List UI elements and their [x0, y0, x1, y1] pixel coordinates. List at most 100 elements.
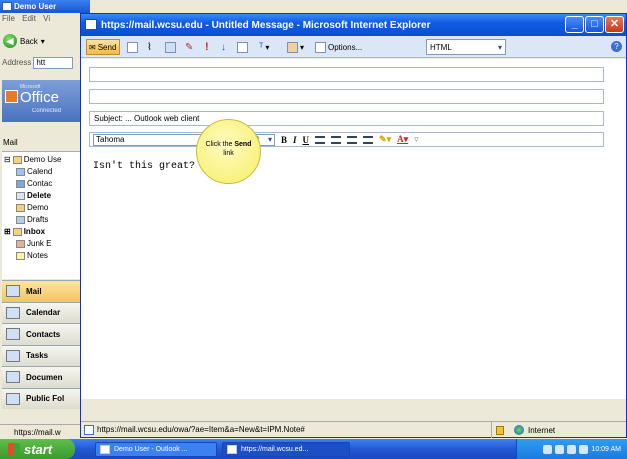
- address-book-icon: [165, 41, 176, 53]
- send-button[interactable]: ✉ Send: [86, 39, 120, 55]
- attach-button[interactable]: ⌇: [147, 39, 152, 55]
- low-importance-button[interactable]: ↓: [221, 39, 226, 55]
- increase-indent-icon[interactable]: [363, 135, 374, 144]
- public-folders-icon: [6, 392, 20, 405]
- calendar-icon: [16, 167, 25, 176]
- help-icon[interactable]: ?: [611, 41, 622, 52]
- tree-item-calendar[interactable]: Calend: [16, 167, 52, 176]
- to-field[interactable]: [89, 67, 604, 82]
- check-names-button[interactable]: ✎: [185, 39, 193, 55]
- format-select[interactable]: HTML ▾: [426, 39, 506, 55]
- options-button[interactable]: Options...: [315, 39, 362, 55]
- inbox-icon: [12, 227, 22, 236]
- save-button[interactable]: [127, 39, 138, 55]
- signature-button[interactable]: ▾: [287, 39, 304, 55]
- tree-item-junk[interactable]: Junk E: [16, 239, 51, 248]
- close-button[interactable]: ✕: [605, 16, 624, 33]
- tree-item-drafts[interactable]: Drafts: [16, 215, 48, 224]
- trash-icon: [16, 191, 25, 200]
- zone-label: Internet: [528, 425, 556, 435]
- bold-button[interactable]: B: [281, 135, 287, 145]
- status-bar: https://mail.wcsu.edu/owa/?ae=Item&a=New…: [81, 421, 626, 438]
- background-title-bar[interactable]: Demo User: [0, 0, 90, 13]
- italic-button[interactable]: I: [293, 135, 297, 145]
- font-color-button[interactable]: A▾: [397, 134, 408, 145]
- low-importance-icon: ↓: [221, 41, 226, 53]
- sensitivity-button[interactable]: [237, 39, 248, 55]
- high-importance-icon: !: [205, 41, 209, 53]
- back-button[interactable]: ◀ Back ▾: [3, 32, 53, 50]
- menu-edit[interactable]: Edit: [22, 14, 36, 23]
- maximize-button[interactable]: □: [585, 16, 604, 33]
- nav-contacts[interactable]: Contacts: [2, 323, 88, 345]
- tree-item-notes[interactable]: Notes: [16, 251, 48, 260]
- tree-item-inbox[interactable]: ⊞ Inbox: [4, 227, 45, 236]
- bulleted-list-icon[interactable]: [331, 135, 342, 144]
- compose-window: https://mail.wcsu.edu - Untitled Message…: [80, 13, 627, 438]
- high-importance-button[interactable]: !: [205, 39, 209, 55]
- tree-item-deleted[interactable]: Delete: [16, 191, 51, 200]
- tree-item-contacts[interactable]: Contac: [16, 179, 52, 188]
- underline-button[interactable]: U: [303, 135, 310, 145]
- nav-public-folders[interactable]: Public Fol: [2, 387, 88, 409]
- tree-item-demo[interactable]: Demo: [16, 203, 48, 212]
- chevron-down-icon: ▾: [497, 42, 502, 52]
- office-logo-icon: [5, 90, 18, 103]
- send-label: Send: [97, 42, 117, 52]
- message-body-editor[interactable]: [89, 153, 604, 393]
- documents-icon: [6, 371, 20, 384]
- nav-documents[interactable]: Documen: [2, 366, 88, 388]
- chevron-down-icon: ▾: [265, 42, 270, 52]
- banner-title: Office: [20, 89, 59, 106]
- network-icon[interactable]: [555, 444, 565, 454]
- page-icon: [84, 425, 94, 435]
- menu-view[interactable]: Vi: [43, 14, 50, 23]
- cc-field[interactable]: [89, 89, 604, 104]
- message-form: Subject: ... Outlook web client Tahoma ▾ …: [81, 59, 626, 399]
- tray-icon[interactable]: [543, 444, 553, 454]
- background-outlook-window: Demo User File Edit Vi ◀ Back ▾ Address …: [0, 0, 90, 438]
- security-zone[interactable]: Internet: [491, 422, 555, 438]
- tasks-icon: [6, 349, 20, 362]
- back-label: Back: [20, 36, 38, 46]
- numbered-list-icon[interactable]: [315, 135, 326, 144]
- system-tray: 10:09 AM: [516, 439, 627, 459]
- ie-page-icon: [2, 2, 12, 11]
- collapse-icon: ⊟: [4, 155, 11, 164]
- ie-page-icon: [227, 445, 237, 454]
- options-label: Options...: [328, 42, 363, 52]
- start-button[interactable]: start: [0, 439, 75, 459]
- security-icon[interactable]: [567, 444, 577, 454]
- taskbar-item-compose[interactable]: https://mail.wcsu.ed...: [222, 442, 350, 457]
- chevron-down-icon: ▾: [300, 42, 305, 52]
- subject-field[interactable]: Subject: ... Outlook web client: [89, 111, 604, 126]
- ie-page-icon: [85, 19, 97, 30]
- menu-file[interactable]: File: [2, 14, 15, 23]
- more-options-icon[interactable]: ▿: [414, 134, 419, 145]
- volume-icon[interactable]: [579, 444, 589, 454]
- spelling-button[interactable]: ᵀ ▾: [259, 39, 269, 55]
- compose-title-bar[interactable]: https://mail.wcsu.edu - Untitled Message…: [81, 14, 626, 36]
- formatting-bar: Tahoma▾ 10▾ B I U ✎▾ A▾ ▿: [89, 132, 604, 147]
- message-body-text: Isn't this great?: [93, 161, 196, 172]
- folder-icon: [16, 203, 25, 212]
- address-input[interactable]: htt: [33, 56, 74, 69]
- background-status-bar: https://mail.w: [0, 424, 90, 438]
- nav-tasks[interactable]: Tasks: [2, 344, 88, 366]
- calendar-icon: [6, 306, 20, 319]
- banner-status: Connected: [32, 108, 62, 114]
- taskbar-item-outlook[interactable]: Demo User - Outlook ...: [95, 442, 217, 457]
- drafts-icon: [16, 215, 25, 224]
- highlight-button[interactable]: ✎▾: [379, 134, 391, 145]
- instruction-callout: Click the Send link: [196, 119, 261, 184]
- address-book-button[interactable]: [165, 39, 176, 55]
- options-icon: [315, 41, 326, 53]
- nav-calendar[interactable]: Calendar: [2, 301, 88, 323]
- tree-item-mailbox[interactable]: ⊟ Demo Use: [4, 155, 62, 164]
- minimize-button[interactable]: _: [565, 16, 584, 33]
- chevron-down-icon: ▾: [40, 36, 45, 46]
- folder-icon: [12, 155, 22, 164]
- nav-mail[interactable]: Mail: [2, 280, 88, 302]
- send-icon: ✉: [89, 42, 96, 52]
- decrease-indent-icon[interactable]: [347, 135, 358, 144]
